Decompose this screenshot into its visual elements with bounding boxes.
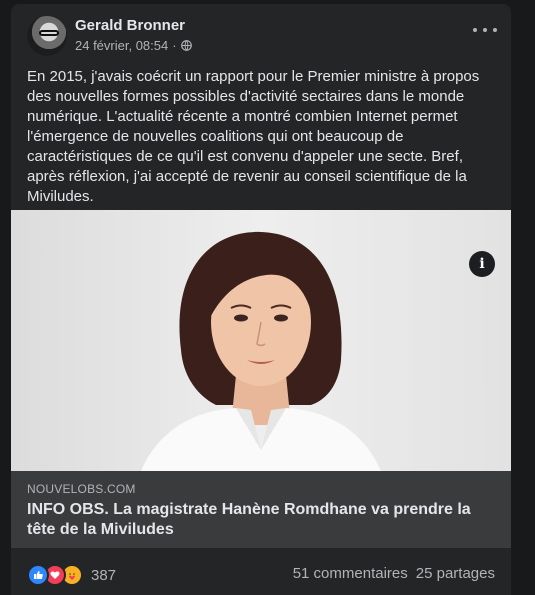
reaction-count: 387 [91,566,117,584]
comments-count[interactable]: 51 commentaires [293,565,408,582]
link-preview-image[interactable] [11,210,511,471]
link-preview[interactable]: NOUVELOBS.COM INFO OBS. La magistrate Ha… [11,471,511,548]
link-title[interactable]: INFO OBS. La magistrate Hanène Romdhane … [27,500,497,540]
post-date[interactable]: 24 février, 08:54 [75,38,168,53]
post-footer: 387 51 commentaires 25 partages [11,548,511,595]
info-icon[interactable]: i [469,251,495,277]
post-header: Gerald Bronner 24 février, 08:54 · [11,4,511,60]
author-avatar[interactable] [27,16,67,56]
more-options-icon[interactable] [473,24,497,36]
meta-separator: · [172,38,177,53]
shares-count[interactable]: 25 partages [416,565,495,582]
like-reaction-icon [27,564,49,586]
post-text: En 2015, j'avais coécrit un rapport pour… [27,68,480,205]
post-meta: 24 février, 08:54 · [75,38,192,53]
post-stats: 51 commentaires 25 partages [293,565,495,582]
post-card: Gerald Bronner 24 février, 08:54 · En 20… [11,4,511,595]
reactions-summary[interactable]: 387 [27,564,116,586]
globe-icon[interactable] [180,40,192,51]
author-name[interactable]: Gerald Bronner [75,17,185,34]
link-domain: NOUVELOBS.COM [27,482,136,496]
